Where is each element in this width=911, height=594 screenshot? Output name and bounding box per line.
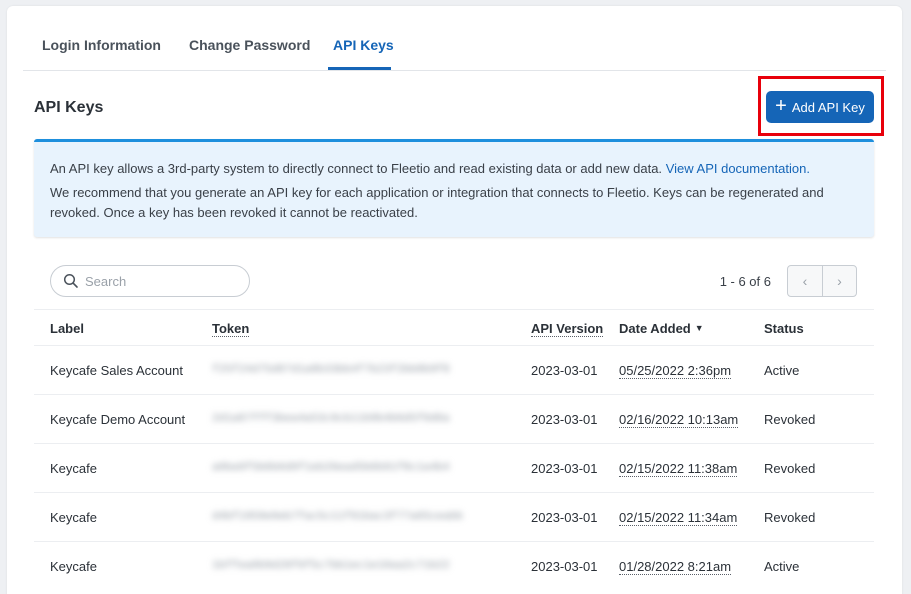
info-line-1-text: An API key allows a 3rd-party system to … — [50, 161, 663, 176]
page-title: API Keys — [34, 99, 104, 116]
row-api-version: 2023-03-01 — [531, 559, 598, 574]
settings-card: Login Information Change Password API Ke… — [7, 6, 902, 594]
row-api-version: 2023-03-01 — [531, 412, 598, 427]
tab-login-information[interactable]: Login Information — [42, 37, 161, 53]
row-token: f25f24d75d87d1a8b33bb4f7b23f2bb8b9f8 — [212, 364, 450, 376]
table-row[interactable]: Keycafe Sales Account f25f24d75d87d1a8b3… — [34, 345, 874, 394]
row-label: Keycafe Sales Account — [50, 363, 183, 378]
search-box[interactable] — [50, 265, 250, 297]
info-banner: An API key allows a 3rd-party system to … — [34, 139, 874, 237]
row-date-added[interactable]: 02/15/2022 11:34am — [619, 511, 738, 526]
row-label: Keycafe — [50, 461, 97, 476]
add-api-key-label: Add API Key — [791, 99, 865, 115]
table-row[interactable]: Keycafe a0ba9f5b6b6d9f1eb26ead5b6b91f8c1… — [34, 443, 874, 492]
row-label: Keycafe — [50, 559, 97, 574]
row-label: Keycafe — [50, 510, 97, 525]
row-date-added[interactable]: 05/25/2022 2:36pm — [619, 364, 732, 379]
tab-change-password[interactable]: Change Password — [189, 37, 310, 53]
table-row[interactable]: Keycafe 1bffea0b9d28f6f5c7bb1ec1e10aa2c7… — [34, 541, 874, 590]
prev-page-button[interactable]: ‹ — [788, 266, 822, 296]
pagination-range: 1 - 6 of 6 — [719, 274, 771, 289]
row-token: 2d1a87fff3bea4a53c9cb11b9b4b6d5f0d6a — [212, 413, 450, 425]
tab-api-keys[interactable]: API Keys — [333, 37, 394, 53]
next-page-button[interactable]: › — [821, 266, 856, 296]
active-tab-indicator — [328, 67, 391, 70]
row-date-added[interactable]: 02/16/2022 10:13am — [619, 413, 739, 428]
add-api-key-button[interactable]: + Add API Key — [766, 91, 874, 123]
sort-desc-icon: ▼ — [694, 323, 704, 333]
column-header-token[interactable]: Token — [212, 321, 250, 337]
table-row[interactable]: Keycafe d4bf1959e0eb7fac5c11f91bac3f77a6… — [34, 492, 874, 541]
row-label: Keycafe Demo Account — [50, 412, 186, 427]
plus-icon: + — [775, 95, 787, 117]
row-api-version: 2023-03-01 — [531, 461, 598, 476]
row-status: Active — [764, 559, 800, 574]
search-input[interactable] — [85, 273, 245, 289]
row-date-added[interactable]: 01/28/2022 8:21am — [619, 560, 732, 575]
api-docs-link[interactable]: View API documentation. — [666, 161, 810, 176]
table-row[interactable]: Keycafe Demo Account 2d1a87fff3bea4a53c9… — [34, 394, 874, 443]
row-date-added[interactable]: 02/15/2022 11:38am — [619, 462, 738, 477]
info-line-1: An API key allows a 3rd-party system to … — [50, 159, 858, 179]
row-status: Active — [764, 363, 800, 378]
row-token: a0ba9f5b6b6d9f1eb26ead5b6b91f8c1a4b4 — [212, 462, 450, 474]
row-status: Revoked — [764, 412, 816, 427]
column-header-date-added[interactable]: Date Added ▼ — [619, 321, 704, 336]
row-api-version: 2023-03-01 — [531, 510, 598, 525]
row-status: Revoked — [764, 510, 816, 525]
table-divider — [34, 309, 874, 310]
search-icon — [63, 273, 78, 288]
column-header-api-version[interactable]: API Version — [531, 321, 604, 337]
row-token: d4bf1959e0eb7fac5c11f91bac3f77a65ceabb — [212, 511, 463, 523]
row-api-version: 2023-03-01 — [531, 363, 598, 378]
info-line-2: We recommend that you generate an API ke… — [50, 185, 824, 220]
tab-bar: Login Information Change Password API Ke… — [23, 6, 886, 71]
row-token: 1bffea0b9d28f6f5c7bb1ec1e10aa2c71b22 — [212, 560, 450, 572]
row-status: Revoked — [764, 461, 816, 476]
column-header-label[interactable]: Label — [50, 321, 84, 336]
pagination-controls: ‹ › — [787, 265, 857, 297]
column-header-status[interactable]: Status — [764, 321, 804, 336]
